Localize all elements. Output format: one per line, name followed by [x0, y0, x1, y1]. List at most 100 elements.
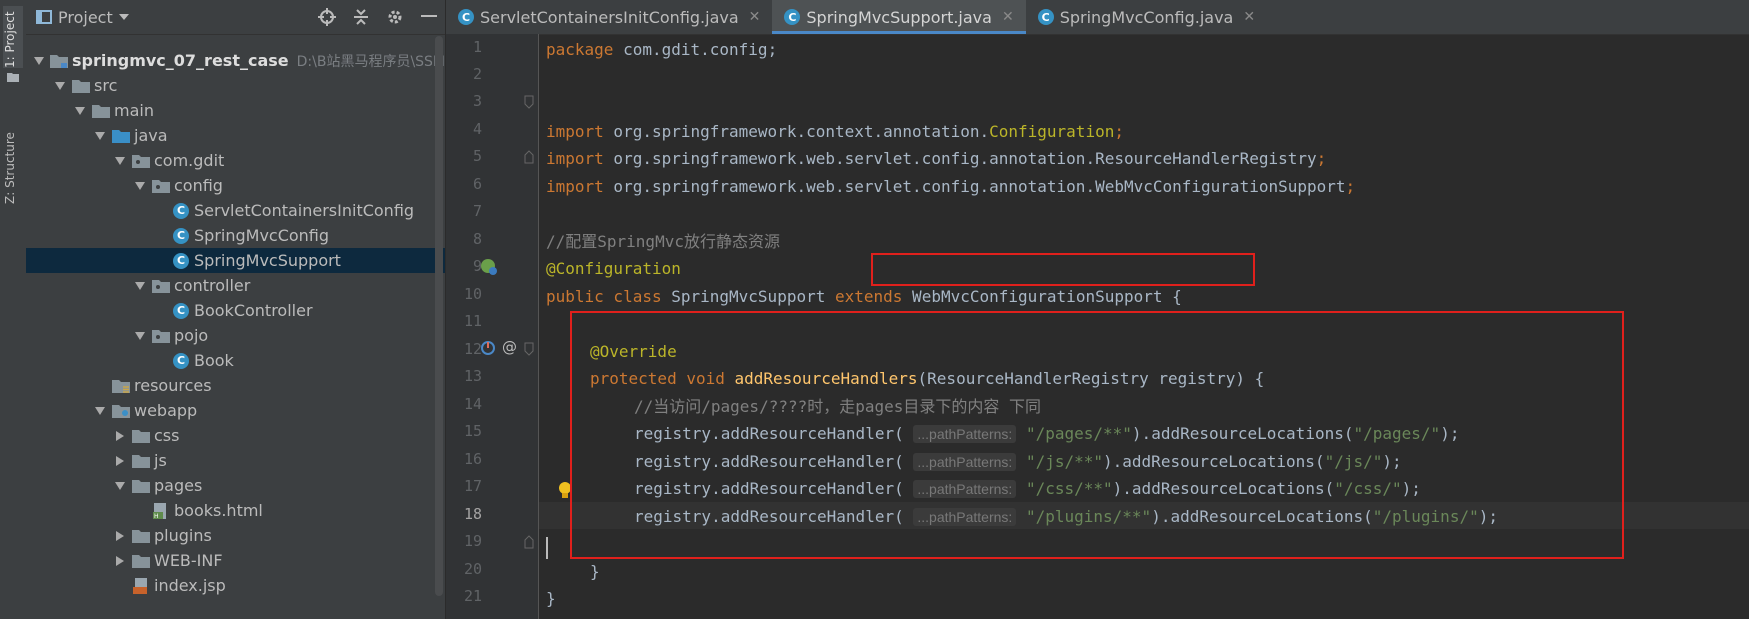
tree-item-label: plugins [154, 526, 212, 545]
fold-icon[interactable] [524, 342, 534, 356]
line-number: 8 [472, 230, 482, 248]
tree-item-java[interactable]: java [26, 123, 445, 148]
tree-item-resources[interactable]: resources [26, 373, 445, 398]
tree-item-label: webapp [134, 401, 198, 420]
tree-item-main[interactable]: main [26, 98, 445, 123]
tree-item-book[interactable]: C Book [26, 348, 445, 373]
tree-item-pages[interactable]: pages [26, 473, 445, 498]
class-icon: C [173, 252, 189, 269]
project-panel-title: Project [58, 7, 113, 27]
tab-servletcontainersinitconfig[interactable]: C ServletContainersInitConfig.java ✕ [446, 0, 772, 34]
override-marker-icon[interactable] [480, 340, 496, 356]
tree-item-springmvcconfig[interactable]: C SpringMvcConfig [26, 223, 445, 248]
line-number: 6 [472, 175, 482, 193]
tree-item-springmvcsupport[interactable]: C SpringMvcSupport [26, 248, 445, 273]
tree-item-src[interactable]: src [26, 73, 445, 98]
project-tool-tab[interactable]: 1: Project [3, 6, 23, 68]
package-icon [152, 179, 170, 193]
tree-item-label: SpringMvcSupport [194, 251, 341, 270]
tree-item-label: src [94, 76, 118, 95]
resources-folder-icon [112, 379, 130, 393]
gear-icon[interactable] [385, 7, 405, 27]
folder-icon [132, 479, 150, 493]
line-number: 3 [472, 92, 482, 110]
tree-item-webapp[interactable]: webapp [26, 398, 445, 423]
chevron-down-icon[interactable] [95, 406, 105, 415]
chevron-down-icon[interactable] [34, 56, 44, 65]
tree-item-js[interactable]: js [26, 448, 445, 473]
tree-item-plugins[interactable]: plugins [26, 523, 445, 548]
chevron-down-icon[interactable] [135, 331, 145, 340]
line-number: 7 [472, 202, 482, 220]
chevron-right-icon[interactable] [116, 455, 124, 466]
chevron-down-icon[interactable] [55, 81, 65, 90]
chevron-right-icon[interactable] [116, 530, 124, 541]
tab-label: SpringMvcConfig.java [1059, 7, 1234, 27]
fold-icon[interactable] [524, 535, 534, 549]
package-icon [132, 154, 150, 168]
tree-item-pojo[interactable]: pojo [26, 323, 445, 348]
line-number: 13 [463, 367, 482, 385]
tree-item-web-inf[interactable]: WEB-INF [26, 548, 445, 573]
chevron-down-icon[interactable] [115, 481, 125, 490]
project-view-selector[interactable]: Project [36, 8, 129, 27]
close-icon[interactable]: ✕ [1243, 9, 1255, 25]
code-line-9: public class SpringMvcSupport extends We… [546, 287, 1182, 306]
tree-item-bookcontroller[interactable]: C BookController [26, 298, 445, 323]
chevron-down-icon[interactable] [95, 131, 105, 140]
line-number: 14 [463, 395, 482, 413]
class-icon: C [1037, 9, 1054, 25]
close-icon[interactable]: ✕ [1002, 9, 1014, 25]
tab-label: ServletContainersInitConfig.java [480, 7, 739, 27]
chevron-down-icon[interactable] [115, 156, 125, 165]
chevron-right-icon[interactable] [116, 430, 124, 441]
editor-pane: C ServletContainersInitConfig.java ✕ C S… [446, 0, 1749, 619]
tree-item-controller[interactable]: controller [26, 273, 445, 298]
chevron-right-icon[interactable] [116, 555, 124, 566]
project-tool-tab-label: 1: Project [3, 11, 17, 68]
class-icon: C [173, 227, 189, 244]
editor-tabs: C ServletContainersInitConfig.java ✕ C S… [446, 0, 1749, 35]
source-folder-icon [112, 129, 130, 143]
line-number: 19 [463, 532, 482, 550]
module-folder-icon [50, 54, 68, 68]
project-scrollbar[interactable] [435, 36, 443, 596]
left-tool-strip: 1: Project Z: Structure [0, 0, 27, 619]
crosshair-icon[interactable] [317, 7, 337, 27]
chevron-down-icon[interactable] [135, 281, 145, 290]
close-icon[interactable]: ✕ [749, 9, 761, 25]
spring-bean-icon[interactable] [480, 258, 498, 276]
chevron-down-icon[interactable] [75, 106, 85, 115]
chevron-down-icon[interactable] [135, 181, 145, 190]
tree-item-label: css [154, 426, 180, 445]
tree-item-config[interactable]: config [26, 173, 445, 198]
tab-label: SpringMvcSupport.java [806, 7, 992, 27]
line-number: 16 [463, 450, 482, 468]
structure-tool-tab[interactable]: Z: Structure [3, 112, 23, 204]
tree-item-com-gdit[interactable]: com.gdit [26, 148, 445, 173]
tree-item-index-jsp[interactable]: index.jsp [26, 573, 445, 598]
folder-icon [132, 529, 150, 543]
collapse-icon[interactable] [351, 7, 371, 27]
tab-springmvcconfig[interactable]: C SpringMvcConfig.java ✕ [1026, 0, 1267, 34]
tree-item-label: BookController [194, 301, 313, 320]
fold-icon[interactable] [524, 95, 534, 109]
tree-item-servletcontainersinitconfig[interactable]: C ServletContainersInitConfig [26, 198, 445, 223]
code-line-4: import org.springframework.web.servlet.c… [546, 149, 1327, 168]
package-icon [152, 279, 170, 293]
editor-gutter: 1 2 3 4 5 6 7 8 9 10 11 12 13 14 15 16 1… [446, 34, 539, 619]
fold-icon[interactable] [524, 150, 534, 164]
web-folder-icon [112, 404, 130, 418]
tree-item-label: js [154, 451, 167, 470]
tree-item-root[interactable]: springmvc_07_rest_case D:\B站黑马程序员\SSM框架 [26, 48, 445, 73]
minimize-icon[interactable] [419, 7, 439, 27]
tab-springmvcsupport[interactable]: C SpringMvcSupport.java ✕ [772, 0, 1026, 34]
tree-item-label: pages [154, 476, 203, 495]
tree-item-css[interactable]: css [26, 423, 445, 448]
tree-item-label: books.html [174, 501, 263, 520]
at-symbol-icon[interactable]: @ [502, 338, 517, 356]
folder-icon [132, 554, 150, 568]
folder-icon [132, 429, 150, 443]
tree-item-books-html[interactable]: H books.html [26, 498, 445, 523]
tree-item-label: resources [134, 376, 212, 395]
